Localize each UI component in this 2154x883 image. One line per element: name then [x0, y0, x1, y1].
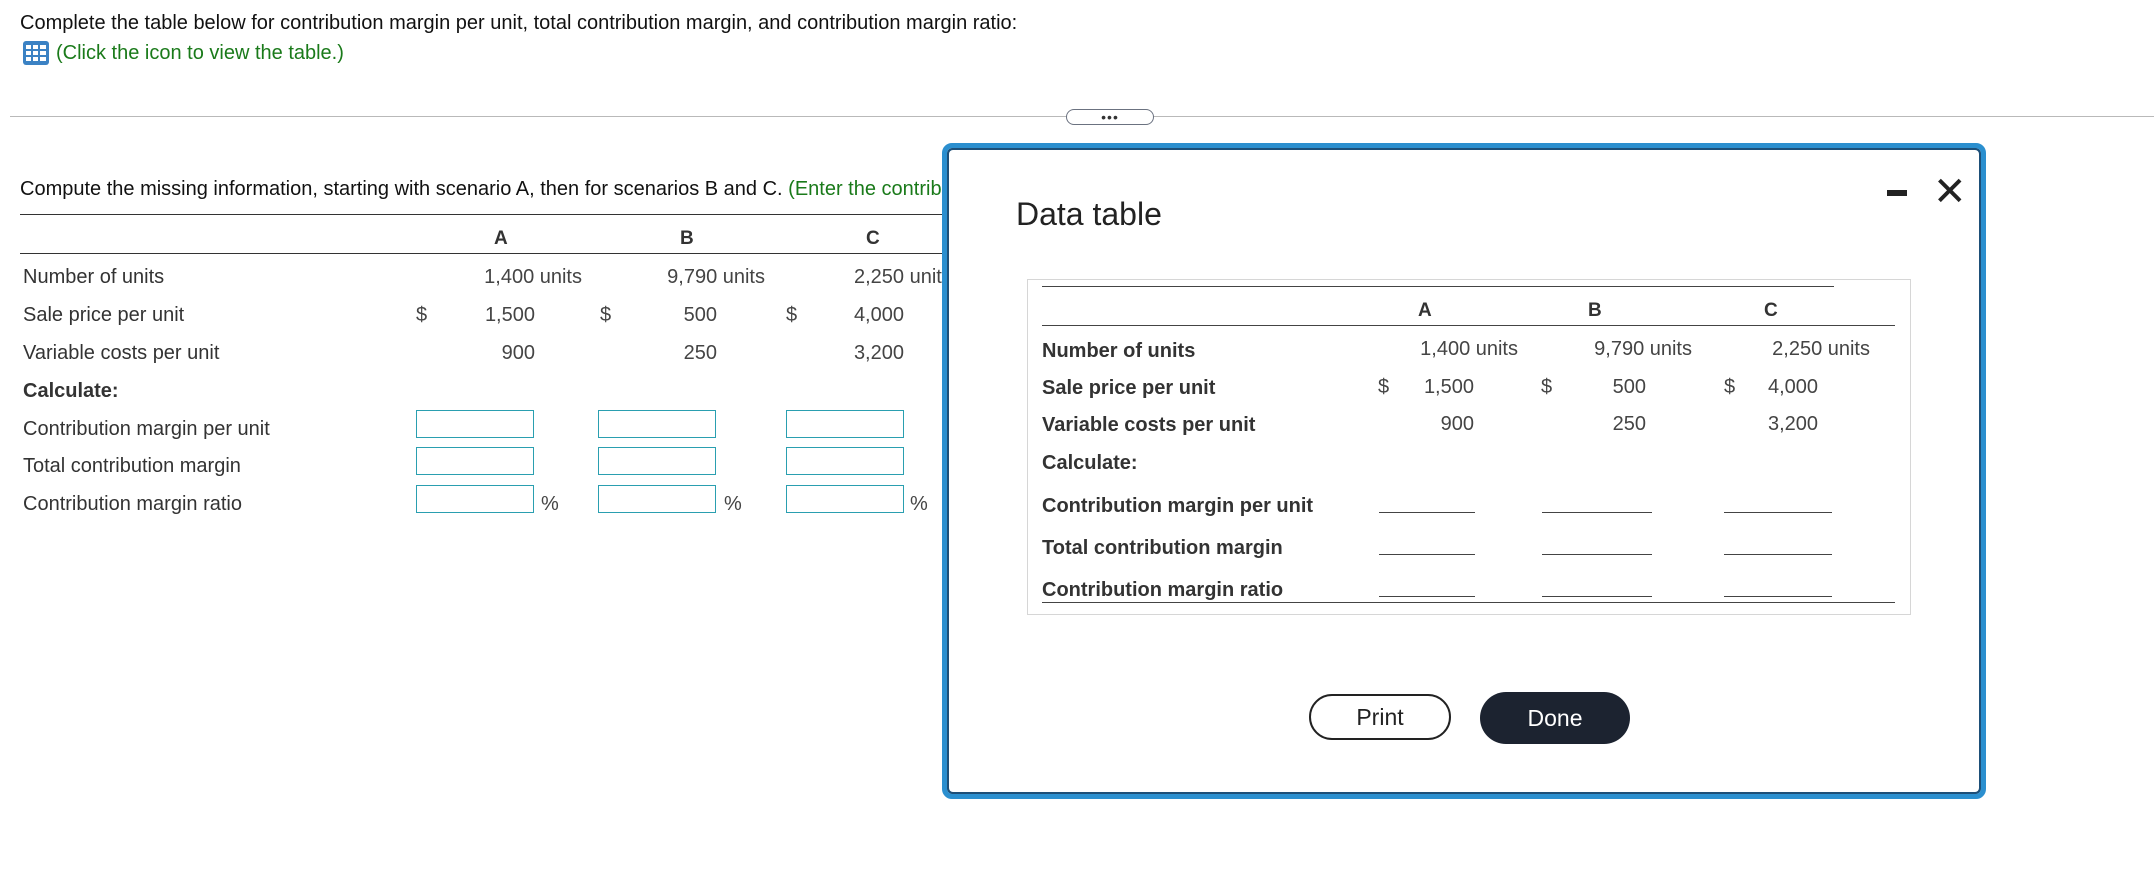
print-button[interactable]: Print	[1309, 694, 1451, 740]
dt-label-cm-unit: Contribution margin per unit	[1042, 495, 1314, 517]
dt-column-b: B	[1588, 300, 1602, 321]
cm-unit-input-c[interactable]	[786, 410, 904, 438]
dt-label-cm-ratio: Contribution margin ratio	[1042, 579, 1284, 601]
minimize-icon[interactable]	[1887, 190, 1907, 196]
dt-price-dollar-b: $	[1541, 376, 1553, 398]
dt-label-calculate: Calculate:	[1042, 452, 1138, 474]
dt-cm-unit-blank-c	[1724, 512, 1832, 513]
dt-label-variable: Variable costs per unit	[1042, 414, 1256, 436]
resize-handle[interactable]: •••	[1066, 109, 1154, 125]
total-cm-input-b[interactable]	[598, 447, 716, 475]
price-b: 500	[683, 304, 717, 326]
modal-title: Data table	[1016, 196, 1162, 232]
row-label-calculate: Calculate:	[23, 380, 119, 402]
dt-price-b: 500	[1612, 376, 1646, 398]
dt-price-a: 1,500	[1423, 376, 1474, 398]
row-label-price: Sale price per unit	[23, 304, 185, 326]
dt-variable-c: 3,200	[1768, 413, 1819, 435]
price-c: 4,000	[853, 304, 904, 326]
data-table-modal: Data table ✕ A B C Number of units 1,400…	[942, 143, 1986, 799]
header-rule	[20, 253, 942, 254]
units-b: 9,790 units	[667, 266, 765, 288]
column-header-b: B	[680, 228, 694, 249]
cm-ratio-input-c[interactable]	[786, 485, 904, 513]
done-button[interactable]: Done	[1480, 692, 1630, 744]
table-header-rule	[1042, 325, 1895, 326]
dt-cm-ratio-blank-c	[1724, 596, 1832, 597]
column-header-c: C	[866, 228, 880, 249]
units-c: 2,250 unit	[854, 266, 942, 288]
total-cm-input-a[interactable]	[416, 447, 534, 475]
modal-frame: Data table ✕ A B C Number of units 1,400…	[947, 148, 1981, 794]
total-cm-input-c[interactable]	[786, 447, 904, 475]
cm-ratio-input-b[interactable]	[598, 485, 716, 513]
units-a: 1,400 units	[484, 266, 582, 288]
dt-column-a: A	[1418, 300, 1432, 321]
instructions: Compute the missing information, startin…	[20, 178, 942, 201]
table-icon[interactable]	[22, 40, 50, 66]
row-label-total-cm: Total contribution margin	[23, 455, 241, 477]
dt-cm-unit-blank-a	[1379, 512, 1475, 513]
dt-label-total-cm: Total contribution margin	[1042, 537, 1283, 559]
dt-variable-a: 900	[1440, 413, 1474, 435]
row-label-units: Number of units	[23, 266, 165, 288]
dt-price-dollar-a: $	[1378, 376, 1390, 398]
dt-price-c: 4,000	[1768, 376, 1819, 398]
close-icon[interactable]: ✕	[1933, 172, 1967, 212]
cm-ratio-input-a[interactable]	[416, 485, 534, 513]
dt-total-cm-blank-b	[1542, 554, 1652, 555]
dt-units-a: 1,400 units	[1420, 338, 1518, 360]
dt-total-cm-blank-a	[1379, 554, 1475, 555]
dt-column-c: C	[1764, 300, 1778, 321]
row-label-cm-ratio: Contribution margin ratio	[23, 493, 242, 515]
cm-ratio-pct-a: %	[541, 493, 559, 515]
question-prompt: Complete the table below for contributio…	[20, 12, 1018, 34]
dt-units-b: 9,790 units	[1594, 338, 1692, 360]
view-table-link[interactable]: (Click the icon to view the table.)	[22, 40, 344, 66]
table-bottom-rule	[1042, 602, 1895, 603]
row-label-variable: Variable costs per unit	[23, 342, 220, 364]
column-header-a: A	[494, 228, 508, 249]
variable-c: 3,200	[853, 342, 904, 364]
variable-b: 250	[683, 342, 717, 364]
price-dollar-c: $	[786, 304, 798, 326]
dt-units-c: 2,250 units	[1772, 338, 1870, 360]
instructions-rule	[20, 214, 942, 215]
table-top-rule	[1042, 286, 1834, 287]
cm-unit-input-b[interactable]	[598, 410, 716, 438]
price-a: 1,500	[484, 304, 535, 326]
data-table: A B C Number of units 1,400 units 9,790 …	[1027, 279, 1911, 615]
dt-label-units: Number of units	[1042, 340, 1196, 362]
dt-variable-b: 250	[1612, 413, 1646, 435]
dt-cm-unit-blank-b	[1542, 512, 1652, 513]
instructions-hint: (Enter the contributi	[788, 178, 942, 200]
dt-price-dollar-c: $	[1724, 376, 1736, 398]
dt-cm-ratio-blank-b	[1542, 596, 1652, 597]
dt-label-price: Sale price per unit	[1042, 377, 1216, 399]
cm-ratio-pct-c: %	[910, 493, 928, 515]
cm-unit-input-a[interactable]	[416, 410, 534, 438]
price-dollar-a: $	[416, 304, 428, 326]
cm-ratio-pct-b: %	[724, 493, 742, 515]
row-label-cm-unit: Contribution margin per unit	[23, 418, 270, 440]
instructions-text: Compute the missing information, startin…	[20, 178, 789, 200]
dt-cm-ratio-blank-a	[1379, 596, 1475, 597]
price-dollar-b: $	[600, 304, 612, 326]
dt-total-cm-blank-c	[1724, 554, 1832, 555]
variable-a: 900	[501, 342, 535, 364]
view-table-hint[interactable]: (Click the icon to view the table.)	[56, 42, 344, 65]
